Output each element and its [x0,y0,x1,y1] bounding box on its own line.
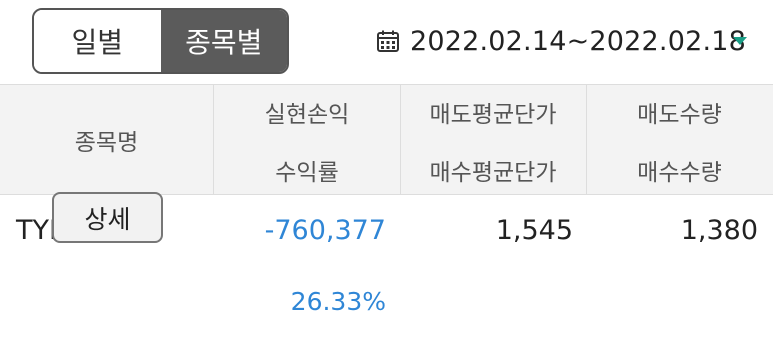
filter-bar: 일별 종목별 2022.02.14~2022.02.18 [0,0,773,84]
sell-qty-value: 1,380 [680,215,758,246]
detail-button[interactable]: 상세 [52,192,163,243]
header-realized-pl: 실현손익 [264,102,350,128]
period-selector[interactable]: 2022.02.14~2022.02.18 [376,20,746,62]
header-buy-avg-price: 매수평균단가 [429,160,557,186]
header-stock-name: 종목명 [74,130,139,156]
tab-by-stock[interactable]: 종목별 [160,10,287,72]
chevron-down-icon[interactable] [733,37,747,45]
header-buy-qty: 매수수량 [637,160,722,186]
realized-pl-value: -760,377 [264,215,386,246]
tab-daily[interactable]: 일별 [34,10,161,72]
trade-summary-screen: 일별 종목별 2022.02.14~2022.02.18 종목명 실현손익 수익… [0,0,773,337]
header-sell-qty: 매도수량 [637,102,722,128]
sell-avg-price-value: 1,545 [495,215,573,246]
return-rate-value: 26.33% [290,287,386,316]
header-return-rate: 수익률 [275,160,339,186]
header-sell-avg-price: 매도평균단가 [429,102,557,128]
period-range-text: 2022.02.14~2022.02.18 [410,25,747,57]
calendar-icon [376,29,400,53]
table-header: 종목명 실현손익 수익률 매도평균단가 매수평균단가 매도수량 매수수량 [0,84,773,195]
view-mode-toggle: 일별 종목별 [32,8,289,74]
